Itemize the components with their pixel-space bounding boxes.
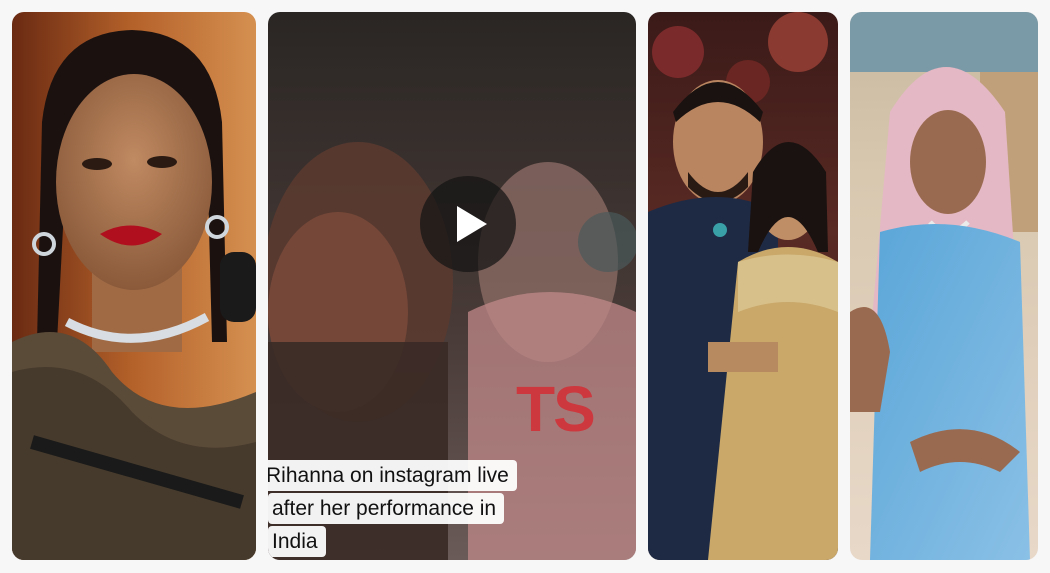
image-gallery-strip: TS Rihanna on instagram live after her p…: [0, 0, 1050, 573]
play-icon: [457, 206, 487, 242]
play-button[interactable]: [420, 176, 516, 272]
saree-photo: [850, 12, 1038, 560]
video-caption: Rihanna on instagram live after her perf…: [268, 460, 558, 559]
caption-line-2: after her performance in: [268, 493, 505, 524]
caption-line-3: India: [268, 526, 326, 557]
couple-photo: [648, 12, 838, 560]
gallery-card-rihanna-portrait[interactable]: [12, 12, 256, 560]
portrait-photo: [12, 12, 256, 560]
caption-line-1: Rihanna on instagram live: [268, 460, 517, 491]
gallery-card-video[interactable]: TS Rihanna on instagram live after her p…: [268, 12, 636, 560]
gallery-card-couple[interactable]: [648, 12, 838, 560]
watermark-text: TS: [516, 373, 596, 445]
gallery-card-saree[interactable]: [850, 12, 1038, 560]
